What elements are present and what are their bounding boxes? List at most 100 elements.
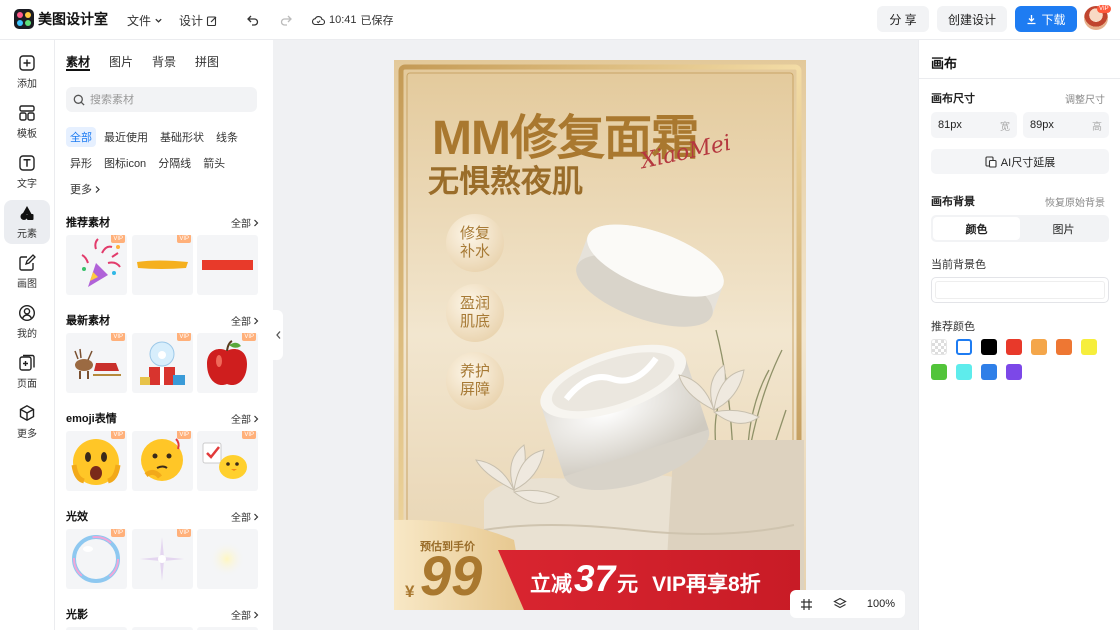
- vip-badge: VIP: [242, 333, 256, 341]
- color-swatch[interactable]: [981, 339, 997, 355]
- material-bubble-ring[interactable]: VIP: [66, 529, 127, 589]
- chip-irregular[interactable]: 异形: [66, 153, 96, 173]
- rail-item-templates[interactable]: 模板: [4, 100, 50, 144]
- color-swatch[interactable]: [1006, 364, 1022, 380]
- material-chick-emoji[interactable]: VIP: [197, 431, 258, 491]
- ai-extend-button[interactable]: AI尺寸延展: [931, 149, 1109, 174]
- section-title: 推荐素材: [66, 217, 110, 229]
- rail-label: 更多: [17, 429, 37, 440]
- chevron-right-icon: [254, 317, 259, 324]
- rail-item-add[interactable]: 添加: [4, 50, 50, 94]
- material-snow-globe-gift[interactable]: VIP: [132, 333, 193, 393]
- divider: [919, 78, 1120, 79]
- poster-subtitle: 无惧熬夜肌: [428, 164, 583, 199]
- create-design-button[interactable]: 创建设计: [937, 6, 1007, 32]
- file-menu[interactable]: 文件: [127, 12, 163, 29]
- app-logo[interactable]: 美图设计室: [14, 9, 108, 29]
- rail-item-more[interactable]: 更多: [4, 400, 50, 444]
- rail-item-mine[interactable]: 我的: [4, 300, 50, 344]
- discount-prefix: 立减: [530, 573, 572, 596]
- material-soft-glow[interactable]: [197, 529, 258, 589]
- see-all-label: 全部: [231, 317, 251, 328]
- material-sparkle-star[interactable]: VIP: [132, 529, 193, 589]
- material-yellow-brush[interactable]: VIP: [132, 235, 193, 295]
- rail-item-text[interactable]: 文字: [4, 150, 50, 194]
- material-reindeer-sleigh[interactable]: VIP: [66, 333, 127, 393]
- design-menu-label: 设计: [179, 14, 204, 28]
- tab-materials[interactable]: 素材: [66, 53, 91, 71]
- vip-badge: VIP: [177, 333, 191, 341]
- chip-all[interactable]: 全部: [66, 127, 96, 147]
- undo-button[interactable]: [243, 11, 263, 29]
- cube-icon: [19, 404, 35, 422]
- color-swatch[interactable]: [981, 364, 997, 380]
- color-swatch[interactable]: [956, 339, 972, 355]
- current-color-preview: [935, 281, 1105, 299]
- rail-item-elements[interactable]: 元素: [4, 200, 50, 244]
- chip-recent[interactable]: 最近使用: [100, 127, 152, 147]
- adjust-size-link[interactable]: 调整尺寸: [1065, 91, 1105, 106]
- material-red-apple[interactable]: VIP: [197, 333, 258, 393]
- toggle-color[interactable]: 颜色: [933, 217, 1020, 240]
- see-all-link[interactable]: 全部: [231, 607, 259, 622]
- current-bg-color-picker[interactable]: [931, 277, 1109, 303]
- share-button[interactable]: 分 享: [877, 6, 929, 32]
- see-all-label: 全部: [231, 415, 251, 426]
- material-party-popper[interactable]: VIP: [66, 235, 127, 295]
- chip-more-label: 更多: [70, 184, 92, 196]
- design-menu[interactable]: 设计: [179, 12, 218, 29]
- ai-extend-label: AI尺寸延展: [1000, 156, 1056, 169]
- color-swatch[interactable]: [931, 339, 947, 355]
- material-shocked-emoji[interactable]: VIP: [66, 431, 127, 491]
- download-label: 下载: [1041, 12, 1066, 27]
- tab-collage[interactable]: 拼图: [195, 53, 219, 71]
- file-menu-label: 文件: [127, 14, 152, 28]
- redo-icon: [280, 15, 292, 26]
- see-all-link[interactable]: 全部: [231, 215, 259, 230]
- height-input[interactable]: [1030, 119, 1080, 131]
- chip-lines[interactable]: 线条: [212, 127, 242, 147]
- grid-icon[interactable]: [800, 598, 813, 611]
- chip-basic-shapes[interactable]: 基础形状: [156, 127, 208, 147]
- color-swatch[interactable]: [956, 364, 972, 380]
- chip-more[interactable]: 更多: [66, 179, 105, 199]
- toggle-image[interactable]: 图片: [1020, 217, 1107, 240]
- chip-dividers[interactable]: 分隔线: [154, 153, 195, 173]
- rail-item-pages[interactable]: 页面: [4, 350, 50, 394]
- zoom-level[interactable]: 100%: [867, 598, 895, 610]
- rail-item-draw[interactable]: 画图: [4, 250, 50, 294]
- download-icon: [1027, 14, 1036, 24]
- price-currency: ¥: [405, 582, 415, 601]
- see-all-link[interactable]: 全部: [231, 509, 259, 524]
- material-red-bar[interactable]: [197, 235, 258, 295]
- layers-icon[interactable]: [833, 597, 847, 611]
- see-all-link[interactable]: 全部: [231, 411, 259, 426]
- rail-label: 画图: [17, 279, 37, 290]
- poster-canvas[interactable]: MM修复面霜 XiaoMei 无惧熬夜肌 修复 补水 盈润 肌底 养护 屏障 预…: [394, 60, 806, 610]
- download-button[interactable]: 下载: [1015, 6, 1077, 32]
- canvas-toolbar: 100%: [790, 590, 905, 618]
- chevron-right-icon: [254, 415, 259, 422]
- rail-label: 模板: [17, 129, 37, 140]
- see-all-link[interactable]: 全部: [231, 313, 259, 328]
- price-value: 99: [420, 544, 483, 607]
- color-swatch[interactable]: [1006, 339, 1022, 355]
- color-swatch[interactable]: [931, 364, 947, 380]
- chip-arrows[interactable]: 箭头: [199, 153, 229, 173]
- restore-bg-link[interactable]: 恢复原始背景: [1045, 194, 1105, 209]
- tab-backgrounds[interactable]: 背景: [152, 53, 176, 71]
- template-icon: [19, 105, 35, 121]
- tab-images[interactable]: 图片: [109, 53, 133, 71]
- color-swatch[interactable]: [1081, 339, 1097, 355]
- chip-icons[interactable]: 图标icon: [100, 153, 150, 173]
- search-input[interactable]: [90, 93, 250, 106]
- material-thinking-emoji[interactable]: VIP: [132, 431, 193, 491]
- materials-tabs: 素材 图片 背景 拼图: [66, 53, 219, 71]
- top-bar: 美图设计室 文件 设计 10:41 已保存 分 享 创建设计 下载 VIP: [0, 0, 1120, 40]
- color-swatch[interactable]: [1031, 339, 1047, 355]
- discount-unit: 元: [617, 573, 639, 596]
- width-input[interactable]: [938, 119, 988, 131]
- sparkle-icon: [140, 537, 184, 581]
- color-swatch[interactable]: [1056, 339, 1072, 355]
- redo-button[interactable]: [276, 11, 296, 29]
